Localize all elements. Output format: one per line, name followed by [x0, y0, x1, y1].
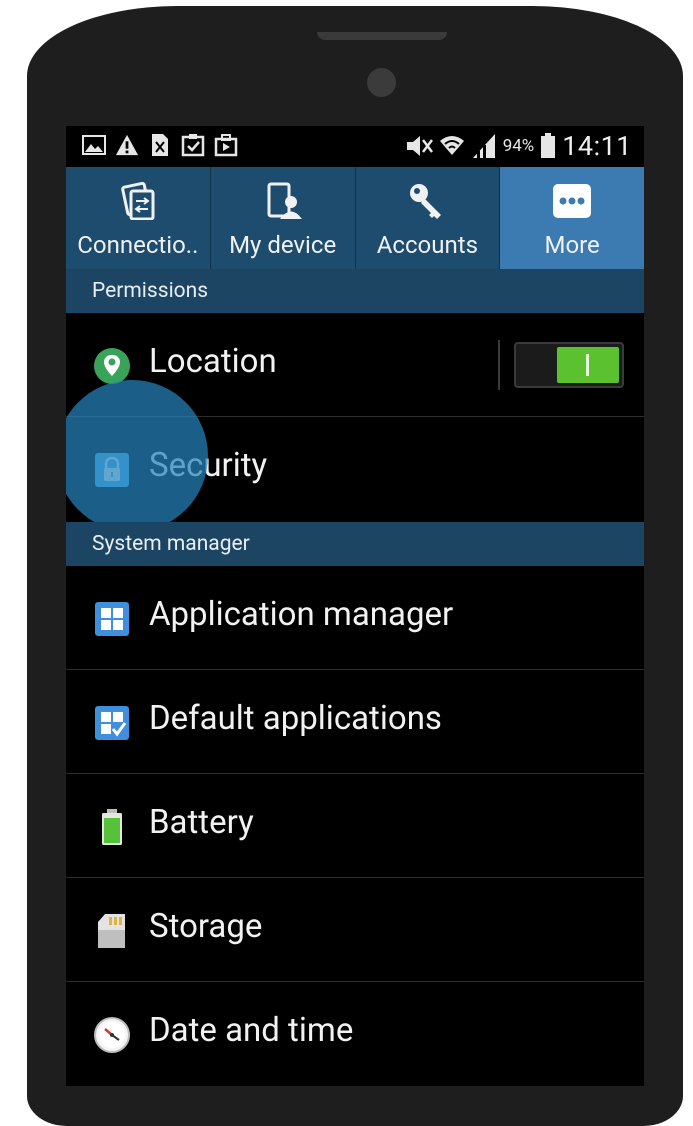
storage-label: Storage — [149, 907, 263, 946]
settings-screen: 94% 14:11 Connectio.. My device Accounts… — [66, 126, 644, 1086]
screen-mirroring-icon — [148, 133, 172, 157]
battery-icon — [93, 808, 131, 846]
settings-tab-bar: Connectio.. My device Accounts More — [66, 167, 644, 269]
tab-more-label: More — [544, 231, 600, 259]
sd-card-icon — [93, 912, 131, 950]
more-dots-icon — [552, 181, 592, 221]
my-device-icon — [263, 181, 303, 221]
image-icon — [82, 133, 106, 157]
tab-more[interactable]: More — [500, 167, 644, 269]
status-clock: 14:11 — [562, 130, 632, 162]
settings-row-battery[interactable]: Battery — [66, 775, 644, 878]
section-header-permissions: Permissions — [66, 269, 644, 313]
location-toggle[interactable] — [514, 342, 624, 388]
clipboard-check-icon — [181, 133, 205, 157]
application-manager-label: Application manager — [149, 595, 454, 634]
tab-connections-label: Connectio.. — [77, 231, 199, 259]
toggle-divider — [498, 340, 500, 390]
mute-icon — [405, 134, 433, 158]
tab-my-device-label: My device — [229, 231, 337, 259]
battery-icon — [540, 133, 556, 159]
key-icon — [407, 181, 447, 221]
battery-label: Battery — [149, 803, 254, 842]
clock-icon — [93, 1016, 131, 1054]
default-apps-check-icon — [93, 704, 131, 742]
earpiece-speaker — [317, 32, 447, 40]
connections-icon — [118, 181, 158, 221]
default-applications-label: Default applications — [149, 699, 442, 738]
settings-row-application-manager[interactable]: Application manager — [66, 567, 644, 670]
front-camera — [367, 68, 396, 97]
briefcase-play-icon — [214, 133, 238, 157]
tab-accounts-label: Accounts — [376, 231, 478, 259]
toggle-knob — [557, 347, 619, 383]
date-and-time-label: Date and time — [149, 1011, 354, 1050]
status-bar: 94% 14:11 — [66, 126, 644, 167]
tab-connections[interactable]: Connectio.. — [66, 167, 211, 269]
settings-row-default-applications[interactable]: Default applications — [66, 671, 644, 774]
location-label: Location — [149, 342, 277, 381]
wifi-icon — [439, 133, 465, 159]
battery-percent: 94% — [502, 136, 535, 156]
signal-icon — [471, 133, 497, 159]
grid-apps-icon — [93, 600, 131, 638]
tab-my-device[interactable]: My device — [211, 167, 356, 269]
tab-accounts[interactable]: Accounts — [356, 167, 501, 269]
section-header-system-manager: System manager — [66, 522, 644, 566]
warning-icon — [115, 133, 139, 157]
settings-row-storage[interactable]: Storage — [66, 879, 644, 982]
settings-row-date-time[interactable]: Date and time — [66, 983, 644, 1086]
